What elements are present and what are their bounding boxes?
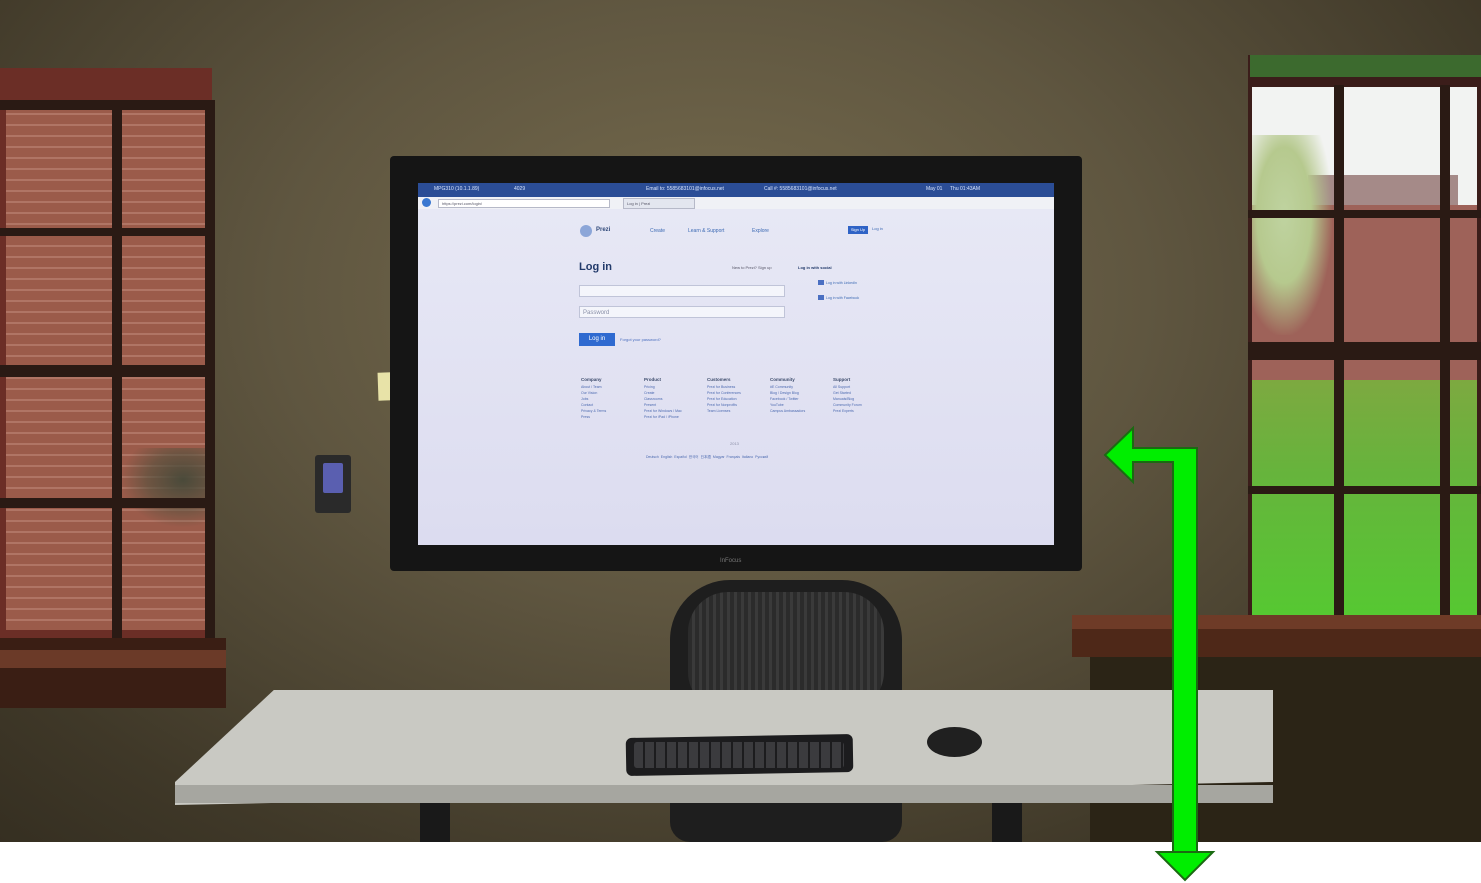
- arrow-shaft: [1103, 425, 1198, 854]
- green-arrow-icon: [1103, 425, 1216, 882]
- arrow-head-down: [1154, 851, 1216, 882]
- room-scene: InFocus MPG310 (10.1.1.89) 4029 Email to…: [0, 0, 1481, 883]
